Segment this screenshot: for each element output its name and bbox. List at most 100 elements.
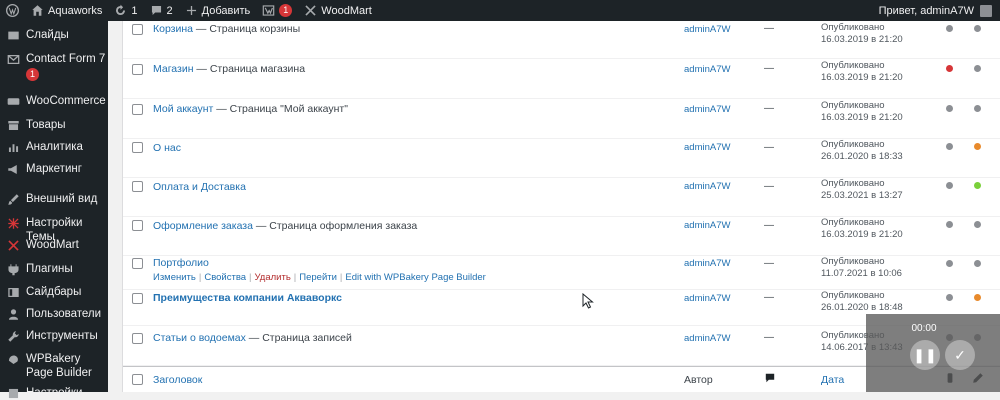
menu-label: Плагины — [26, 263, 73, 275]
menu-item-analytics[interactable]: Аналитика — [0, 140, 108, 154]
menu-item-marketing[interactable]: Маркетинг — [0, 162, 108, 176]
table-row[interactable]: Портфолио Изменить | Свойства | Удалить | Пере… — [123, 256, 1000, 290]
page-title-link[interactable]: Портфолио — [153, 257, 209, 269]
avatar — [980, 4, 992, 17]
readability-status-dot — [974, 65, 981, 72]
wpbakery-edit-link[interactable]: Edit with WPBakery Page Builder — [345, 272, 485, 283]
table-row[interactable]: О нас adminA7W — Опубликовано 26.01.2020 … — [123, 139, 1000, 178]
author-link[interactable]: adminA7W — [684, 293, 730, 304]
author-link[interactable]: adminA7W — [684, 24, 730, 35]
seo-status-dot — [946, 143, 953, 150]
page-title-link[interactable]: Преимущества компании Акваворкс — [153, 292, 342, 304]
page-title-link[interactable]: Статьи о водоемах — [153, 332, 246, 344]
comment-column-icon[interactable] — [764, 372, 776, 384]
page-title-link[interactable]: Корзина — [153, 23, 193, 35]
sort-by-title-link[interactable]: Заголовок — [153, 374, 202, 386]
page-state: — Страница записей — [245, 332, 352, 344]
sidebar-icon — [6, 285, 20, 299]
author-link[interactable]: adminA7W — [684, 64, 730, 75]
edit-link[interactable]: Изменить — [153, 272, 196, 283]
row-checkbox[interactable] — [132, 181, 143, 192]
author-link[interactable]: adminA7W — [684, 104, 730, 115]
menu-item-settings[interactable]: Настройки — [0, 386, 108, 400]
menu-item-wpbakery[interactable]: WPBakery Page Builder — [0, 352, 108, 380]
readability-status-dot — [974, 182, 981, 189]
menu-label: WPBakery Page Builder — [26, 353, 92, 379]
sort-by-date-link[interactable]: Дата — [821, 374, 844, 386]
page-title-link[interactable]: Магазин — [153, 63, 194, 75]
recording-timer: 00:00 — [911, 323, 937, 334]
screen-recorder-overlay: 00:00 ❚❚ ✓ — [866, 314, 1000, 392]
menu-item-products[interactable]: Товары — [0, 118, 108, 132]
row-checkbox[interactable] — [132, 104, 143, 115]
paintbrush-icon — [6, 192, 20, 206]
row-checkbox[interactable] — [132, 333, 143, 344]
row-checkbox[interactable] — [132, 220, 143, 231]
table-row[interactable]: Оплата и Доставка adminA7W — Опубликован… — [123, 178, 1000, 217]
wp-logo[interactable] — [0, 0, 25, 21]
pause-button[interactable]: ❚❚ — [910, 340, 940, 370]
menu-item-tools[interactable]: Инструменты — [0, 329, 108, 343]
author-link[interactable]: adminA7W — [684, 258, 730, 269]
comments-count: — — [764, 332, 774, 343]
author-link[interactable]: adminA7W — [684, 181, 730, 192]
author-link[interactable]: adminA7W — [684, 220, 730, 231]
post-date: 16.03.2019 в 21:20 — [821, 229, 903, 240]
comments-link[interactable]: 2 — [144, 0, 179, 21]
menu-item-woodmart[interactable]: WoodMart — [0, 238, 108, 252]
menu-item-users[interactable]: Пользователи — [0, 307, 108, 321]
site-name-link[interactable]: Aquaworks — [25, 0, 108, 21]
woodmart-link[interactable]: WoodMart — [298, 0, 378, 21]
comments-count: — — [764, 103, 774, 114]
post-status: Опубликовано — [821, 178, 885, 189]
woodmart-label: WoodMart — [321, 4, 372, 17]
menu-label: Маркетинг — [26, 163, 82, 175]
menu-label: Сайдбары — [26, 286, 82, 298]
greeting: Привет, adminA7W — [878, 4, 974, 17]
row-checkbox[interactable] — [132, 142, 143, 153]
woocommerce-icon — [6, 94, 20, 108]
delete-link[interactable]: Удалить — [255, 272, 291, 283]
view-link[interactable]: Перейти — [299, 272, 337, 283]
comment-icon — [151, 5, 161, 16]
table-row[interactable]: Оформление заказа — Страница оформления … — [123, 217, 1000, 256]
row-checkbox[interactable] — [132, 293, 143, 304]
row-checkbox[interactable] — [132, 64, 143, 75]
updates-link[interactable]: 1 — [108, 0, 143, 21]
quick-edit-link[interactable]: Свойства — [204, 272, 246, 283]
row-checkbox[interactable] — [132, 24, 143, 35]
page-title-link[interactable]: О нас — [153, 142, 181, 154]
page-title-link[interactable]: Мой аккаунт — [153, 103, 213, 115]
menu-item-plugins[interactable]: Плагины — [0, 262, 108, 276]
page-title-link[interactable]: Оформление заказа — [153, 220, 253, 232]
page-title-link[interactable]: Оплата и Доставка — [153, 181, 246, 193]
author-link[interactable]: adminA7W — [684, 333, 730, 344]
page-state: — Страница корзины — [193, 23, 301, 35]
author-link[interactable]: adminA7W — [684, 142, 730, 153]
plus-icon — [186, 5, 196, 16]
post-date: 16.03.2019 в 21:20 — [821, 112, 903, 123]
menu-item-slides[interactable]: Слайды — [0, 28, 108, 42]
post-date: 26.01.2020 в 18:48 — [821, 302, 903, 313]
table-row[interactable]: Корзина — Страница корзины adminA7W — Оп… — [123, 21, 1000, 59]
my-account[interactable]: Привет, adminA7W — [878, 4, 1000, 17]
menu-item-woocommerce[interactable]: WooCommerce — [0, 94, 108, 108]
add-new-link[interactable]: Добавить — [179, 0, 257, 21]
table-row[interactable]: Мой аккаунт — Страница "Мой аккаунт" adm… — [123, 99, 1000, 139]
row-checkbox[interactable] — [132, 258, 143, 269]
admin-menu: Слайды Contact Form 7 1 WooCommerce Товар… — [0, 21, 108, 399]
check-icon: ✓ — [954, 346, 966, 363]
post-status: Опубликовано — [821, 290, 885, 301]
select-all-checkbox[interactable] — [132, 374, 143, 385]
menu-item-sidebars[interactable]: Сайдбары — [0, 285, 108, 299]
plugin-notice-link[interactable]: 1 — [256, 0, 298, 21]
megaphone-icon — [6, 162, 20, 176]
seo-status-dot — [946, 25, 953, 32]
plugin-icon — [6, 262, 20, 276]
menu-item-appearance[interactable]: Внешний вид — [0, 192, 108, 206]
stop-button[interactable]: ✓ — [945, 340, 975, 370]
menu-item-contact-form[interactable]: Contact Form 7 1 — [0, 52, 108, 81]
table-row[interactable]: Магазин — Страница магазина adminA7W — О… — [123, 59, 1000, 99]
seo-status-dot — [946, 221, 953, 228]
page-state: — Страница оформления заказа — [252, 220, 418, 232]
